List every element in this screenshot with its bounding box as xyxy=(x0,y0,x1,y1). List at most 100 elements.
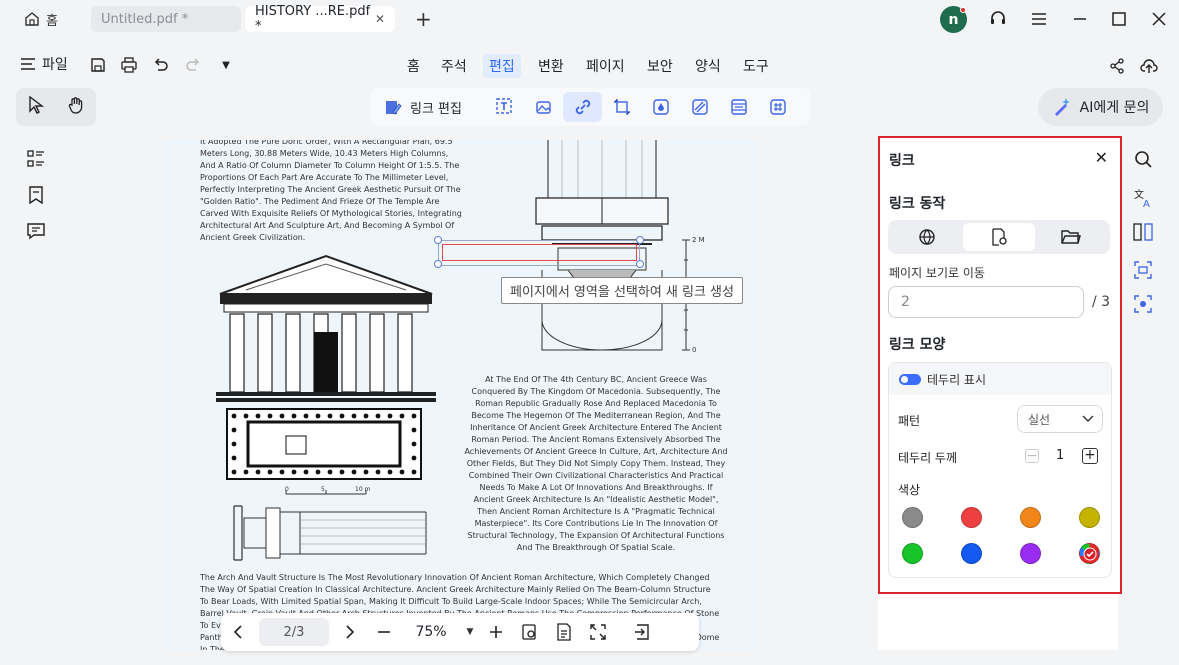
menu-tools[interactable]: 도구 xyxy=(737,54,775,78)
text-add-icon[interactable] xyxy=(485,92,524,122)
show-border-label: 테두리 표시 xyxy=(927,372,987,387)
cloud-upload-icon[interactable] xyxy=(1139,56,1159,76)
color-swatch-blue[interactable] xyxy=(961,543,982,564)
save-icon[interactable] xyxy=(87,54,109,76)
page-navigation-bar: 2/3 75% ▼ xyxy=(221,613,699,651)
ruler-label-0: 0 xyxy=(692,346,697,354)
pdf-page[interactable]: It Adopted The Pure Doric Order, With A … xyxy=(162,140,758,650)
color-swatch-red[interactable] xyxy=(961,507,982,528)
ask-ai-button[interactable]: AI에게 문의 xyxy=(1038,88,1163,126)
zoom-dropdown-icon[interactable]: ▼ xyxy=(461,617,479,647)
minimize-icon[interactable] xyxy=(1069,8,1091,30)
file-menu-label: 파일 xyxy=(42,57,68,73)
file-menu-button[interactable]: 파일 xyxy=(20,54,68,74)
thickness-decrease-icon[interactable]: − xyxy=(1025,449,1039,463)
bates-number-icon[interactable] xyxy=(758,92,797,122)
zoom-out-icon[interactable] xyxy=(367,617,401,647)
resize-handle-br[interactable] xyxy=(636,260,644,268)
tab-untitled-label: Untitled.pdf * xyxy=(101,11,189,27)
crop-icon[interactable] xyxy=(602,92,641,122)
menu-comment[interactable]: 주석 xyxy=(435,54,473,78)
thumbnails-icon[interactable] xyxy=(24,147,48,171)
color-swatch-green[interactable] xyxy=(902,543,923,564)
resize-handle-tl[interactable] xyxy=(434,236,442,244)
page-locate-icon xyxy=(992,228,1007,246)
resize-handle-tr[interactable] xyxy=(636,236,644,244)
bookmark-icon[interactable] xyxy=(24,183,48,207)
panel-footer xyxy=(878,594,1118,650)
color-swatch-purple[interactable] xyxy=(1020,543,1041,564)
maximize-icon[interactable] xyxy=(1108,8,1130,30)
hamburger-menu-icon[interactable] xyxy=(1028,8,1050,30)
menu-edit[interactable]: 편집 xyxy=(483,54,521,78)
thickness-value[interactable]: 1 xyxy=(1056,448,1064,463)
prev-page-icon[interactable] xyxy=(221,617,255,647)
web-link-option[interactable] xyxy=(891,223,963,251)
column-detail-drawing xyxy=(233,505,427,561)
comments-icon[interactable] xyxy=(24,219,48,243)
headset-icon[interactable] xyxy=(987,8,1009,30)
share-icon[interactable] xyxy=(1107,56,1127,76)
header-footer-icon[interactable] xyxy=(719,92,758,122)
open-file-option[interactable] xyxy=(1035,223,1107,251)
quick-access-dropdown-icon[interactable]: ▼ xyxy=(215,54,237,76)
scale-label-10m: 10 m xyxy=(355,486,371,493)
link-edit-button[interactable]: 링크 편집 xyxy=(370,98,485,117)
zoom-in-icon[interactable] xyxy=(479,617,513,647)
zoom-level[interactable]: 75% xyxy=(401,624,461,640)
pattern-select[interactable]: 실선 xyxy=(1017,405,1103,433)
undo-icon[interactable] xyxy=(150,54,172,76)
image-add-icon[interactable] xyxy=(524,92,563,122)
menu-form[interactable]: 양식 xyxy=(689,54,727,78)
view-mode-icon[interactable] xyxy=(513,617,547,647)
checkmark-icon xyxy=(1083,547,1096,560)
menu-home[interactable]: 홈 xyxy=(401,54,426,78)
page-number-field[interactable]: 2/3 xyxy=(259,618,329,646)
color-swatch-orange[interactable] xyxy=(1020,507,1041,528)
fit-page-icon[interactable] xyxy=(625,617,659,647)
link-icon[interactable] xyxy=(563,92,602,122)
select-cursor-icon[interactable] xyxy=(28,95,44,118)
link-appearance-title: 링크 모양 xyxy=(889,337,946,353)
fullscreen-icon[interactable] xyxy=(581,617,615,647)
tab-history[interactable]: HISTORY ...RE.pdf * ✕ xyxy=(245,4,395,34)
color-swatch-gray[interactable] xyxy=(902,507,923,528)
tab-home[interactable]: 홈 xyxy=(14,6,82,32)
next-page-icon[interactable] xyxy=(333,617,367,647)
link-action-title: 링크 동작 xyxy=(889,196,946,212)
close-window-icon[interactable] xyxy=(1148,8,1170,30)
screen-record-icon[interactable] xyxy=(1132,293,1154,315)
color-swatch-olive[interactable] xyxy=(1079,507,1100,528)
page-layout-icon[interactable] xyxy=(547,617,581,647)
tab-untitled[interactable]: Untitled.pdf * xyxy=(91,6,241,32)
svg-text:A: A xyxy=(1143,199,1150,208)
link-area-rect[interactable] xyxy=(442,244,637,261)
menu-convert[interactable]: 변환 xyxy=(532,54,570,78)
menu-page[interactable]: 페이지 xyxy=(580,54,631,78)
link-action-selector xyxy=(888,220,1110,254)
compare-icon[interactable] xyxy=(1132,221,1154,243)
background-icon[interactable] xyxy=(680,92,719,122)
thickness-label: 테두리 두께 xyxy=(898,451,958,465)
create-link-tooltip: 페이지에서 영역을 선택하여 새 링크 생성 xyxy=(501,277,743,304)
go-to-page-option[interactable] xyxy=(963,223,1035,251)
print-icon[interactable] xyxy=(118,54,140,76)
show-border-toggle[interactable] xyxy=(899,373,921,385)
color-label: 색상 xyxy=(898,483,921,497)
menu-security[interactable]: 보안 xyxy=(641,54,679,78)
new-tab-icon[interactable]: + xyxy=(415,7,432,31)
color-swatch-custom-selected[interactable] xyxy=(1079,543,1100,564)
close-tab-icon[interactable]: ✕ xyxy=(375,12,385,26)
thickness-increase-icon[interactable]: + xyxy=(1082,448,1098,464)
resize-handle-bl[interactable] xyxy=(434,260,442,268)
search-icon[interactable] xyxy=(1132,148,1154,170)
redo-icon[interactable] xyxy=(182,54,204,76)
temple-floor-plan xyxy=(226,408,422,480)
avatar[interactable]: n xyxy=(940,6,967,33)
page-number-input[interactable]: 2 xyxy=(888,286,1084,318)
hand-pan-icon[interactable] xyxy=(67,96,85,118)
watermark-icon[interactable] xyxy=(641,92,680,122)
translate-icon[interactable]: 文A xyxy=(1132,187,1154,209)
close-panel-icon[interactable]: ✕ xyxy=(1095,148,1108,167)
ocr-icon[interactable] xyxy=(1132,259,1154,281)
